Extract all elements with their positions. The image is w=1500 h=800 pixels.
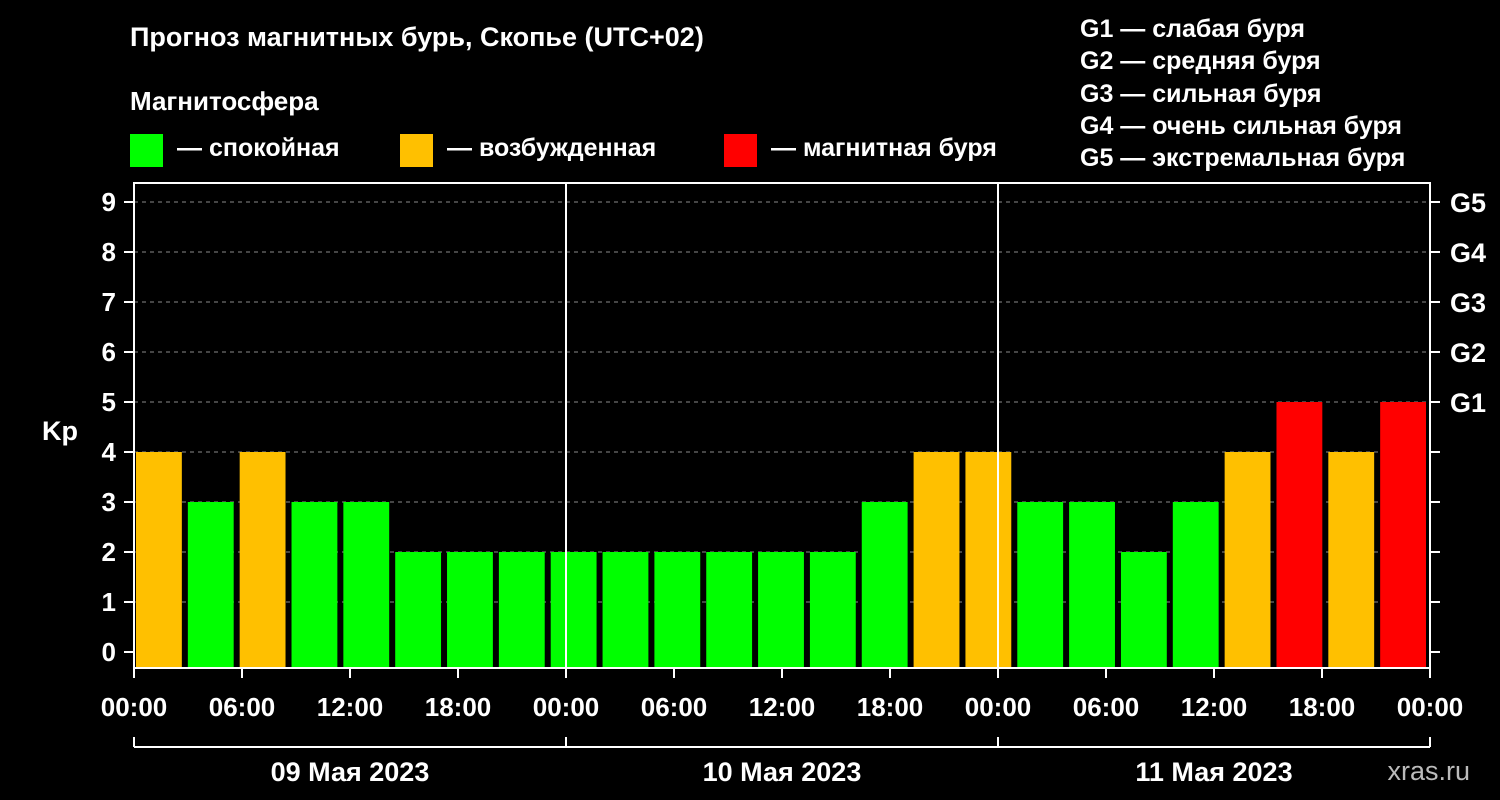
x-tick-label: 00:00	[533, 692, 600, 722]
kp-bar	[706, 552, 753, 668]
kp-bar	[602, 552, 649, 668]
g-tick-label: G3	[1450, 288, 1486, 318]
day-label: 11 Мая 2023	[1135, 757, 1292, 787]
kp-bar	[291, 502, 338, 668]
y-tick-label: 3	[102, 487, 116, 517]
kp-bar	[1120, 552, 1167, 668]
kp-bar	[498, 552, 545, 668]
x-tick-label: 00:00	[1397, 692, 1464, 722]
kp-bar	[1172, 502, 1219, 668]
y-tick-label: 6	[102, 337, 116, 367]
kp-bar	[550, 552, 597, 668]
x-tick-label: 06:00	[209, 692, 276, 722]
y-tick-label: 8	[102, 237, 116, 267]
x-tick-label: 06:00	[641, 692, 708, 722]
kp-bar	[861, 502, 908, 668]
y-tick-label: 9	[102, 187, 116, 217]
x-tick-label: 18:00	[857, 692, 924, 722]
g-tick-label: G2	[1450, 338, 1486, 368]
y-tick-label: 4	[102, 437, 117, 467]
y-tick-label: 5	[102, 387, 116, 417]
x-tick-label: 18:00	[425, 692, 492, 722]
x-tick-label: 18:00	[1289, 692, 1356, 722]
kp-bar	[1069, 502, 1115, 668]
kp-bar	[136, 452, 182, 668]
y-axis-label: Kp	[42, 416, 78, 446]
g-tick-label: G5	[1450, 188, 1486, 218]
kp-bar	[965, 452, 1012, 668]
g-tick-label: G1	[1450, 388, 1486, 418]
kp-bar	[1224, 452, 1271, 668]
kp-bar	[1380, 402, 1426, 668]
y-tick-label: 7	[102, 287, 116, 317]
kp-bar	[654, 552, 701, 668]
y-tick-label: 2	[102, 537, 116, 567]
kp-bar	[239, 452, 286, 668]
x-tick-label: 00:00	[101, 692, 168, 722]
g-tick-label: G4	[1450, 238, 1486, 268]
x-tick-label: 06:00	[1073, 692, 1140, 722]
kp-bar	[1017, 502, 1064, 668]
y-tick-label: 1	[102, 587, 116, 617]
kp-bar	[447, 552, 493, 668]
x-tick-label: 00:00	[965, 692, 1032, 722]
kp-bar	[913, 452, 960, 668]
kp-bar	[1276, 402, 1323, 668]
x-tick-label: 12:00	[317, 692, 384, 722]
kp-bar	[809, 552, 856, 668]
kp-bar	[187, 502, 234, 668]
watermark: xras.ru	[1387, 756, 1470, 786]
kp-bar	[1328, 452, 1375, 668]
kp-chart: 0 1 2 3 4 5 6 7 8 9 G1 G2 G3 G4 G5 Kp 00:00 06:00 12:00 18:…	[42, 182, 1486, 787]
y-tick-label: 0	[102, 637, 116, 667]
kp-bar	[395, 552, 442, 668]
day-label: 10 Мая 2023	[703, 757, 862, 787]
x-tick-label: 12:00	[1181, 692, 1248, 722]
x-tick-label: 12:00	[749, 692, 816, 722]
kp-bar	[758, 552, 804, 668]
day-label: 09 Мая 2023	[271, 757, 430, 787]
kp-bar	[343, 502, 390, 668]
